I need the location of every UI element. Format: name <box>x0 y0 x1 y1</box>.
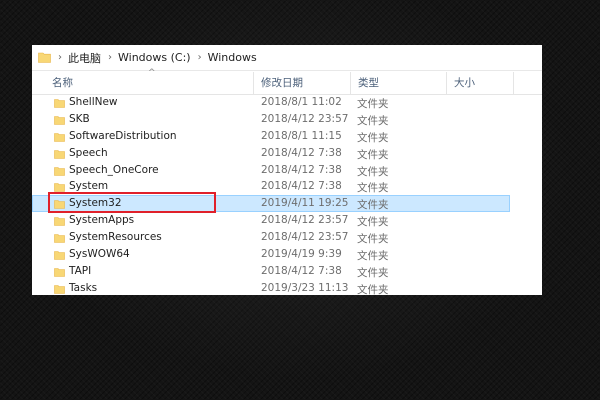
file-date-modified: 2018/4/12 7:38 <box>261 146 342 159</box>
file-date-modified: 2018/4/12 7:38 <box>261 180 342 193</box>
folder-icon <box>54 250 65 263</box>
file-date-modified: 2018/4/12 23:57 <box>261 231 349 244</box>
file-row[interactable]: SysWOW64 2019/4/19 9:39 文件夹 <box>32 246 542 263</box>
column-divider[interactable] <box>350 72 351 94</box>
column-divider[interactable] <box>513 72 514 94</box>
column-size[interactable]: 大小 <box>454 72 475 94</box>
file-name[interactable]: TAPI <box>69 265 91 277</box>
file-type: 文件夹 <box>357 250 389 263</box>
file-row[interactable]: SoftwareDistribution 2018/8/1 11:15 文件夹 <box>32 128 542 145</box>
breadcrumb-drive-c[interactable]: Windows (C:) <box>118 51 191 64</box>
chevron-right-icon: › <box>58 52 62 63</box>
file-date-modified: 2019/4/19 9:39 <box>261 248 342 261</box>
file-date-modified: 2018/8/1 11:02 <box>261 96 342 108</box>
folder-icon <box>54 166 65 179</box>
file-name[interactable]: ShellNew <box>69 96 118 108</box>
file-name[interactable]: Tasks <box>69 282 97 294</box>
file-name[interactable]: SystemResources <box>69 231 162 243</box>
file-type: 文件夹 <box>357 283 389 295</box>
folder-icon <box>54 98 65 111</box>
file-row[interactable]: Tasks 2019/3/23 11:13 文件夹 <box>32 280 542 295</box>
folder-icon <box>54 216 65 229</box>
folder-icon <box>54 284 65 295</box>
sort-ascending-icon: ^ <box>148 68 156 78</box>
file-name[interactable]: System <box>69 180 108 192</box>
file-type: 文件夹 <box>357 266 389 279</box>
file-row[interactable]: SystemResources 2018/4/12 23:57 文件夹 <box>32 229 542 246</box>
column-header: ^ 名称 修改日期 类型 大小 <box>32 68 542 95</box>
file-name[interactable]: SystemApps <box>69 214 134 226</box>
folder-icon <box>54 149 65 162</box>
file-date-modified: 2018/4/12 7:38 <box>261 163 342 176</box>
file-date-modified: 2018/8/1 11:15 <box>261 129 342 142</box>
folder-icon <box>54 132 65 145</box>
file-type: 文件夹 <box>357 182 389 195</box>
file-type: 文件夹 <box>357 131 389 144</box>
column-name[interactable]: 名称 <box>52 72 73 94</box>
file-row[interactable]: Speech_OneCore 2018/4/12 7:38 文件夹 <box>32 162 542 179</box>
breadcrumb-windows[interactable]: Windows <box>208 51 257 64</box>
file-type: 文件夹 <box>357 148 389 161</box>
explorer-window: › 此电脑 › Windows (C:) › Windows ^ 名称 修改日期… <box>32 45 542 295</box>
file-row[interactable]: ShellNew 2018/8/1 11:02 文件夹 <box>32 94 542 111</box>
column-divider[interactable] <box>446 72 447 94</box>
file-type: 文件夹 <box>357 199 389 212</box>
folder-icon <box>54 267 65 280</box>
chevron-right-icon: › <box>108 52 112 63</box>
folder-icon <box>54 233 65 246</box>
file-row[interactable]: SKB 2018/4/12 23:57 文件夹 <box>32 111 542 128</box>
file-date-modified: 2019/3/23 11:13 <box>261 281 349 294</box>
file-date-modified: 2018/4/12 7:38 <box>261 264 342 277</box>
folder-icon <box>38 48 51 67</box>
column-date-modified[interactable]: 修改日期 <box>261 72 303 94</box>
file-name[interactable]: Speech <box>69 147 108 159</box>
file-date-modified: 2018/4/12 23:57 <box>261 112 349 125</box>
file-type: 文件夹 <box>357 216 389 229</box>
file-type: 文件夹 <box>357 98 389 110</box>
breadcrumb-this-pc[interactable]: 此电脑 <box>68 50 101 66</box>
file-type: 文件夹 <box>357 165 389 178</box>
file-name[interactable]: SKB <box>69 113 90 125</box>
column-divider[interactable] <box>253 72 254 94</box>
folder-icon <box>54 115 65 128</box>
file-type: 文件夹 <box>357 233 389 246</box>
file-row[interactable]: Speech 2018/4/12 7:38 文件夹 <box>32 145 542 162</box>
annotation-highlight-box <box>48 192 216 213</box>
file-name[interactable]: SysWOW64 <box>69 248 130 260</box>
file-date-modified: 2018/4/12 23:57 <box>261 214 349 227</box>
address-bar[interactable]: › 此电脑 › Windows (C:) › Windows <box>32 45 542 71</box>
file-row[interactable]: TAPI 2018/4/12 7:38 文件夹 <box>32 263 542 280</box>
file-name[interactable]: Speech_OneCore <box>69 164 159 176</box>
column-type[interactable]: 类型 <box>358 72 379 94</box>
file-row[interactable]: SystemApps 2018/4/12 23:57 文件夹 <box>32 212 542 229</box>
file-date-modified: 2019/4/11 19:25 <box>261 197 349 210</box>
file-name[interactable]: SoftwareDistribution <box>69 130 177 142</box>
chevron-right-icon: › <box>197 52 202 63</box>
file-type: 文件夹 <box>357 114 389 127</box>
